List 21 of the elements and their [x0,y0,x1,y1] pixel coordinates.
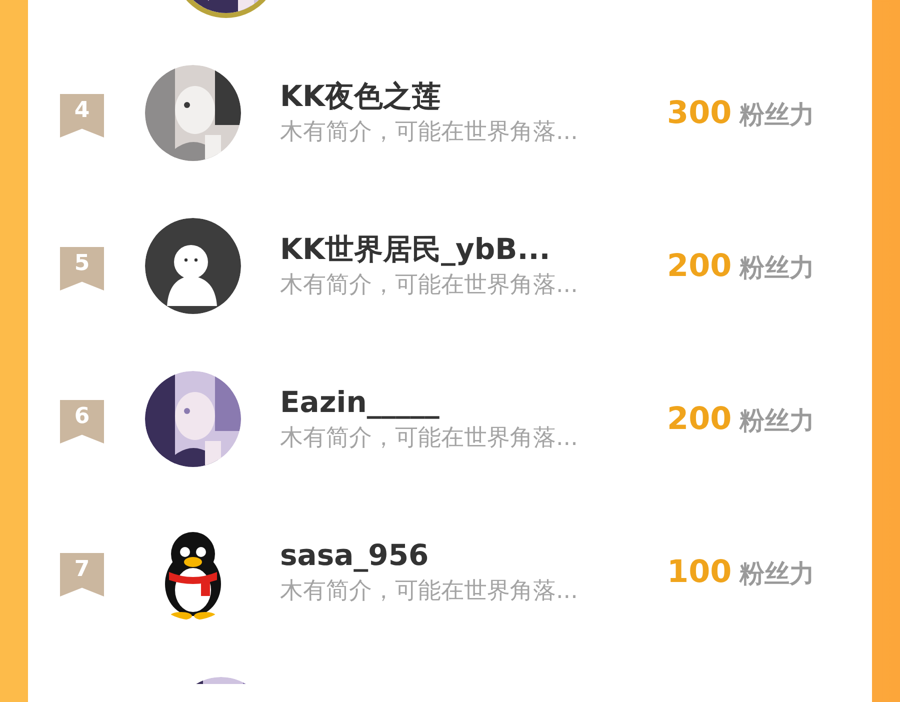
avatar-icon [145,218,241,314]
user-bio: 木有简介，可能在世界角落... [280,424,579,452]
rank-badge: 5 [60,246,104,290]
user-name[interactable]: KK世界居民_ybB... [280,230,650,268]
fan-score: 200 [667,400,732,436]
rank-badge: 4 [60,94,104,138]
rank-badge: 7 [60,552,104,596]
user-bio: 木有简介，可能在世界角落... [280,576,579,606]
fan-score: 200 [667,248,732,284]
fan-score: 100 [667,554,732,590]
score-unit: 粉丝力 [740,98,815,130]
score-unit: 粉丝力 [740,404,815,436]
user-name[interactable]: KK夜色之莲 [280,76,650,114]
user-name[interactable]: Eazin_____ [280,382,650,420]
fan-score: 300 [667,94,732,130]
user-name[interactable]: sasa_956 [280,536,650,574]
user-bio: 木有简介，可能在世界角落... [280,118,579,146]
user-bio: 木有简介，可能在世界角落... [280,270,579,300]
rank-badge: 6 [60,400,104,444]
score-unit: 粉丝力 [740,252,815,284]
score-unit: 粉丝力 [740,558,815,590]
